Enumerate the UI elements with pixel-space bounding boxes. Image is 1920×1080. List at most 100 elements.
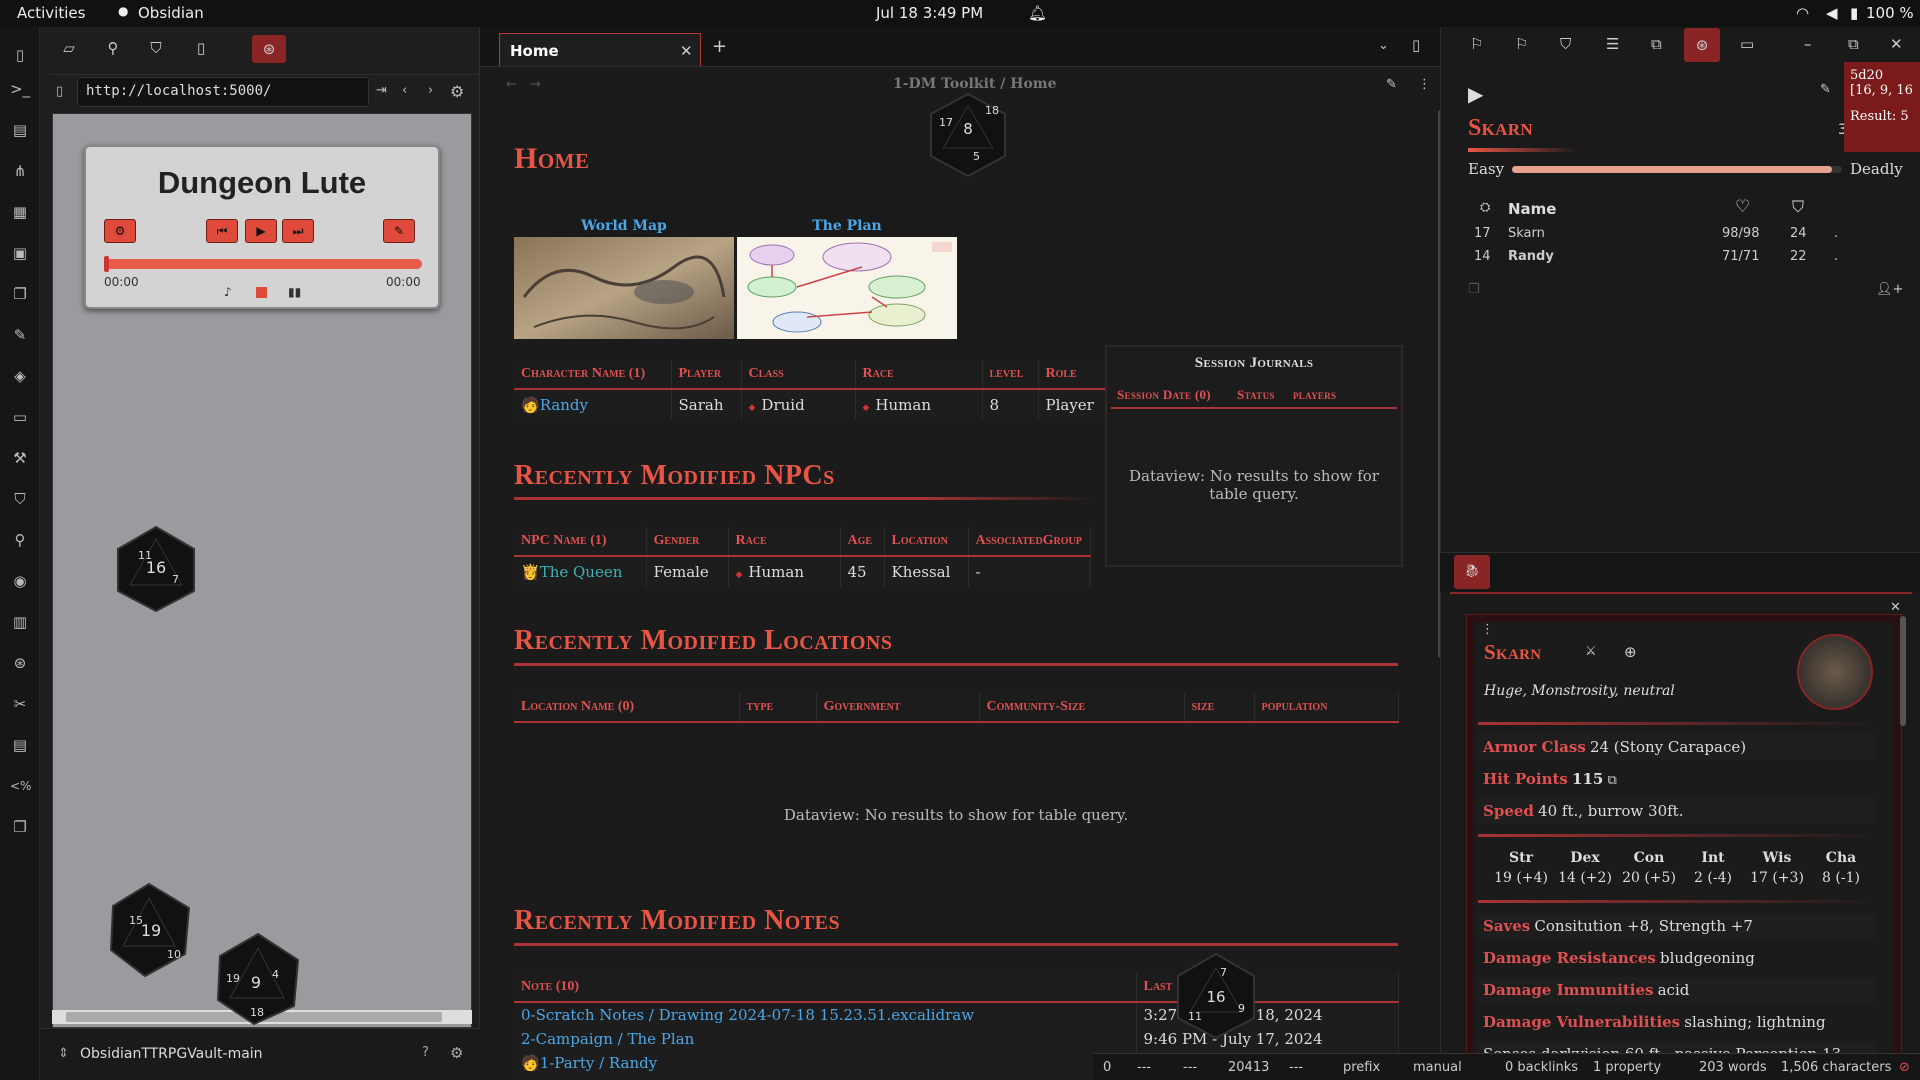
- close-icon[interactable]: ✕: [1890, 600, 1901, 615]
- templater-icon[interactable]: <%: [10, 776, 31, 796]
- back-icon[interactable]: ‹: [402, 83, 407, 98]
- col-note[interactable]: Note (10): [514, 973, 1137, 1003]
- edit-button[interactable]: ✎: [383, 219, 415, 243]
- statblock-scrollbar[interactable]: [1900, 616, 1906, 726]
- play-icon[interactable]: ▶: [1468, 82, 1483, 106]
- col-npc-name[interactable]: NPC Name (1): [514, 527, 647, 557]
- ability-value[interactable]: 20 (+5): [1618, 870, 1680, 886]
- clock[interactable]: Jul 18 3:49 PM: [876, 4, 983, 22]
- wifi-icon[interactable]: ◠: [1796, 4, 1809, 22]
- col-status[interactable]: Status: [1237, 387, 1275, 403]
- sync-off-icon[interactable]: ⊘: [1899, 1060, 1910, 1075]
- battery-icon[interactable]: ▮: [1850, 4, 1858, 22]
- forward-arrow-icon[interactable]: →: [530, 77, 541, 92]
- maximize-icon[interactable]: ⧉: [1848, 35, 1859, 53]
- archive-icon[interactable]: ▭: [1740, 35, 1754, 53]
- note-link[interactable]: 1-Party / Randy: [540, 1054, 658, 1072]
- col-player[interactable]: Player: [671, 360, 742, 390]
- the-plan-image[interactable]: [737, 237, 957, 339]
- outline-icon[interactable]: ☰: [1606, 35, 1619, 53]
- col-size[interactable]: size: [1184, 693, 1255, 723]
- gear-icon[interactable]: ⚙: [450, 1044, 463, 1062]
- add-creature-icon[interactable]: 👤︎+: [1876, 282, 1903, 297]
- calendar-icon[interactable]: ▣: [10, 243, 30, 263]
- col-class[interactable]: Class: [741, 360, 856, 390]
- col-players[interactable]: players: [1293, 387, 1336, 403]
- note-link[interactable]: 0-Scratch Notes / Drawing 2024-07-18 15.…: [521, 1006, 974, 1024]
- music-note-icon[interactable]: ♪: [224, 285, 232, 299]
- world-map-card[interactable]: World Map: [514, 215, 734, 339]
- search-icon[interactable]: ⚲: [10, 530, 30, 550]
- initiative-tracker-icon[interactable]: ⊛: [1684, 28, 1720, 62]
- copy-icon[interactable]: ❐: [1468, 282, 1480, 297]
- new-tab-icon[interactable]: +: [712, 36, 727, 57]
- col-type[interactable]: type: [739, 693, 817, 723]
- table-icon[interactable]: ▥: [10, 612, 30, 632]
- more-options-icon[interactable]: ⋮: [1418, 77, 1431, 92]
- settings-button[interactable]: ⚙: [104, 219, 136, 243]
- dice-roll-popup[interactable]: 5d20 [16, 9, 16 Result: 5: [1844, 62, 1920, 152]
- progress-slider[interactable]: [104, 256, 422, 272]
- status-manual[interactable]: manual: [1413, 1060, 1462, 1075]
- col-government[interactable]: Government: [816, 693, 980, 723]
- back-arrow-icon[interactable]: ←: [506, 77, 517, 92]
- app-name[interactable]: Obsidian: [138, 4, 204, 22]
- folder-icon[interactable]: ▱: [58, 37, 80, 59]
- search-icon[interactable]: ⚲: [102, 37, 124, 59]
- edit-icon[interactable]: ✎: [1820, 82, 1831, 97]
- breadcrumb-file[interactable]: Home: [1010, 76, 1056, 92]
- ac-value[interactable]: 22: [1790, 249, 1807, 264]
- the-plan-card[interactable]: The Plan: [737, 215, 957, 339]
- col-location-name[interactable]: Location Name (0): [514, 693, 740, 723]
- col-character-name[interactable]: Character Name (1): [514, 360, 672, 390]
- backlinks-count[interactable]: 0 backlinks: [1505, 1060, 1578, 1075]
- col-associated-group[interactable]: AssociatedGroup: [968, 527, 1091, 557]
- close-icon[interactable]: ✕: [680, 42, 693, 60]
- duplicate-icon[interactable]: ❐: [10, 817, 30, 837]
- lifebuoy-icon[interactable]: ⊛: [10, 653, 30, 673]
- split-view-icon[interactable]: ▯: [1412, 36, 1420, 54]
- map-icon[interactable]: ◈: [10, 366, 30, 386]
- hammer-icon[interactable]: ⚒: [10, 448, 30, 468]
- col-community-size[interactable]: Community-Size: [979, 693, 1185, 723]
- status-b[interactable]: ---: [1137, 1060, 1151, 1075]
- col-race[interactable]: Race: [728, 527, 841, 557]
- creature-name[interactable]: Skarn: [1508, 226, 1545, 241]
- status-d[interactable]: ---: [1289, 1060, 1303, 1075]
- add-icon[interactable]: ⊕: [1624, 643, 1637, 661]
- ability-value[interactable]: 8 (-1): [1810, 870, 1872, 886]
- bookmark-icon[interactable]: ⛉: [145, 37, 167, 59]
- previous-button[interactable]: ⏮: [206, 219, 238, 243]
- lifebuoy-icon[interactable]: ⊛: [252, 35, 286, 63]
- more-options-icon[interactable]: ⋮: [1481, 622, 1494, 637]
- col-population[interactable]: population: [1254, 693, 1399, 723]
- help-icon[interactable]: ?: [422, 1045, 429, 1060]
- next-button[interactable]: ⏭: [282, 219, 314, 243]
- dice-roll-icon[interactable]: ⧉: [1607, 773, 1616, 788]
- the-plan-label[interactable]: The Plan: [737, 215, 957, 237]
- dragon-icon[interactable]: 🐉︎: [1454, 555, 1490, 589]
- play-button[interactable]: ▶: [245, 219, 277, 243]
- gear-icon[interactable]: ⚙: [450, 82, 464, 101]
- col-role[interactable]: Role: [1038, 360, 1115, 390]
- col-race[interactable]: Race: [855, 360, 983, 390]
- activities-button[interactable]: Activities: [17, 4, 85, 22]
- hp-value[interactable]: 71/71: [1722, 249, 1759, 264]
- dice-icon[interactable]: ◉: [10, 571, 30, 591]
- more-icon[interactable]: .: [1834, 249, 1838, 264]
- ac-value[interactable]: 24: [1790, 226, 1807, 241]
- file-icon[interactable]: ▤: [10, 120, 30, 140]
- col-age[interactable]: Age: [840, 527, 885, 557]
- world-map-image[interactable]: [514, 237, 734, 339]
- slider-thumb[interactable]: [104, 256, 109, 272]
- book-icon[interactable]: ▭: [10, 407, 30, 427]
- ability-value[interactable]: 19 (+4): [1490, 870, 1552, 886]
- forward-icon[interactable]: ›: [428, 83, 433, 98]
- word-count-total[interactable]: 20413: [1228, 1060, 1269, 1075]
- minimize-icon[interactable]: –: [1804, 35, 1812, 53]
- graph-icon[interactable]: ⋔: [10, 161, 30, 181]
- pin-icon[interactable]: ⚐: [1515, 35, 1528, 53]
- ttrpg-icon[interactable]: ⚐: [1470, 35, 1483, 53]
- volume-icon[interactable]: ◀︎: [1826, 4, 1838, 22]
- close-window-icon[interactable]: ✕: [1890, 35, 1903, 53]
